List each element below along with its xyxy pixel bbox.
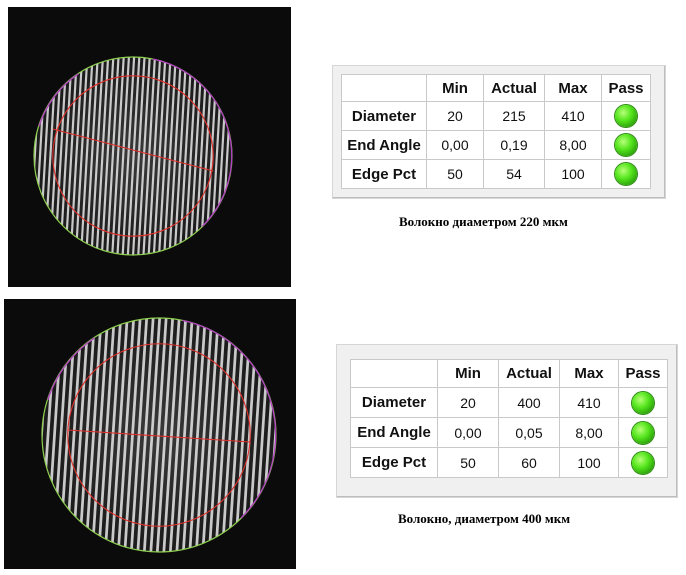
actual-value: 400: [498, 387, 560, 418]
measurement-panel-220: Min Actual Max Pass Diameter 20 215 410 …: [332, 65, 666, 199]
min-value: 0,00: [437, 417, 499, 448]
max-value: 100: [544, 159, 602, 189]
min-value: 20: [437, 387, 499, 418]
actual-value: 215: [483, 101, 545, 131]
table-row: Diameter 20 400 410: [350, 387, 668, 418]
fiber-image-220: [8, 7, 291, 287]
header-blank: [350, 359, 438, 388]
measurement-table-220: Min Actual Max Pass Diameter 20 215 410 …: [341, 74, 651, 189]
interferogram-220: [33, 56, 233, 256]
min-value: 20: [426, 101, 484, 131]
row-label: Diameter: [350, 387, 438, 418]
table-row: Diameter 20 215 410: [341, 101, 651, 131]
header-actual: Actual: [498, 359, 560, 388]
header-pass: Pass: [618, 359, 668, 388]
pass-indicator-icon: [632, 451, 654, 474]
caption-400: Волокно, диаметром 400 мкм: [398, 511, 571, 526]
pass-indicator-icon: [632, 421, 654, 444]
min-value: 50: [437, 447, 499, 478]
max-value: 8,00: [544, 130, 602, 160]
header-min: Min: [426, 74, 484, 102]
row-label: Diameter: [341, 101, 427, 131]
header-max: Max: [559, 359, 619, 388]
pass-indicator-icon: [632, 391, 654, 414]
pass-cell: [601, 101, 651, 131]
pass-cell: [601, 159, 651, 189]
table-row: Edge Pct 50 54 100: [341, 159, 651, 189]
row-label: Edge Pct: [350, 447, 438, 478]
header-max: Max: [544, 74, 602, 102]
row-label: End Angle: [341, 130, 427, 160]
header-pass: Pass: [601, 74, 651, 102]
pass-indicator-icon: [615, 105, 637, 127]
table-row: End Angle 0,00 0,05 8,00: [350, 417, 668, 448]
actual-value: 0,05: [498, 417, 560, 448]
interferogram-400: [41, 317, 277, 553]
max-value: 410: [559, 387, 619, 418]
pass-cell: [618, 387, 668, 418]
pass-indicator-icon: [615, 134, 637, 156]
max-value: 100: [559, 447, 619, 478]
pass-cell: [618, 417, 668, 448]
table-row: Edge Pct 50 60 100: [350, 447, 668, 478]
actual-value: 0,19: [483, 130, 545, 160]
header-actual: Actual: [483, 74, 545, 102]
actual-value: 60: [498, 447, 560, 478]
measurement-panel-400: Min Actual Max Pass Diameter 20 400 410 …: [336, 344, 678, 498]
max-value: 410: [544, 101, 602, 131]
row-label: Edge Pct: [341, 159, 427, 189]
pass-cell: [601, 130, 651, 160]
fiber-image-400: [4, 299, 296, 569]
pass-cell: [618, 447, 668, 478]
max-value: 8,00: [559, 417, 619, 448]
pass-indicator-icon: [615, 163, 637, 185]
row-label: End Angle: [350, 417, 438, 448]
header-min: Min: [437, 359, 499, 388]
min-value: 0,00: [426, 130, 484, 160]
caption-220: Волокно диаметром 220 мкм: [399, 214, 568, 229]
actual-value: 54: [483, 159, 545, 189]
table-row: End Angle 0,00 0,19 8,00: [341, 130, 651, 160]
measurement-table-400: Min Actual Max Pass Diameter 20 400 410 …: [350, 359, 668, 478]
min-value: 50: [426, 159, 484, 189]
header-blank: [341, 74, 427, 102]
